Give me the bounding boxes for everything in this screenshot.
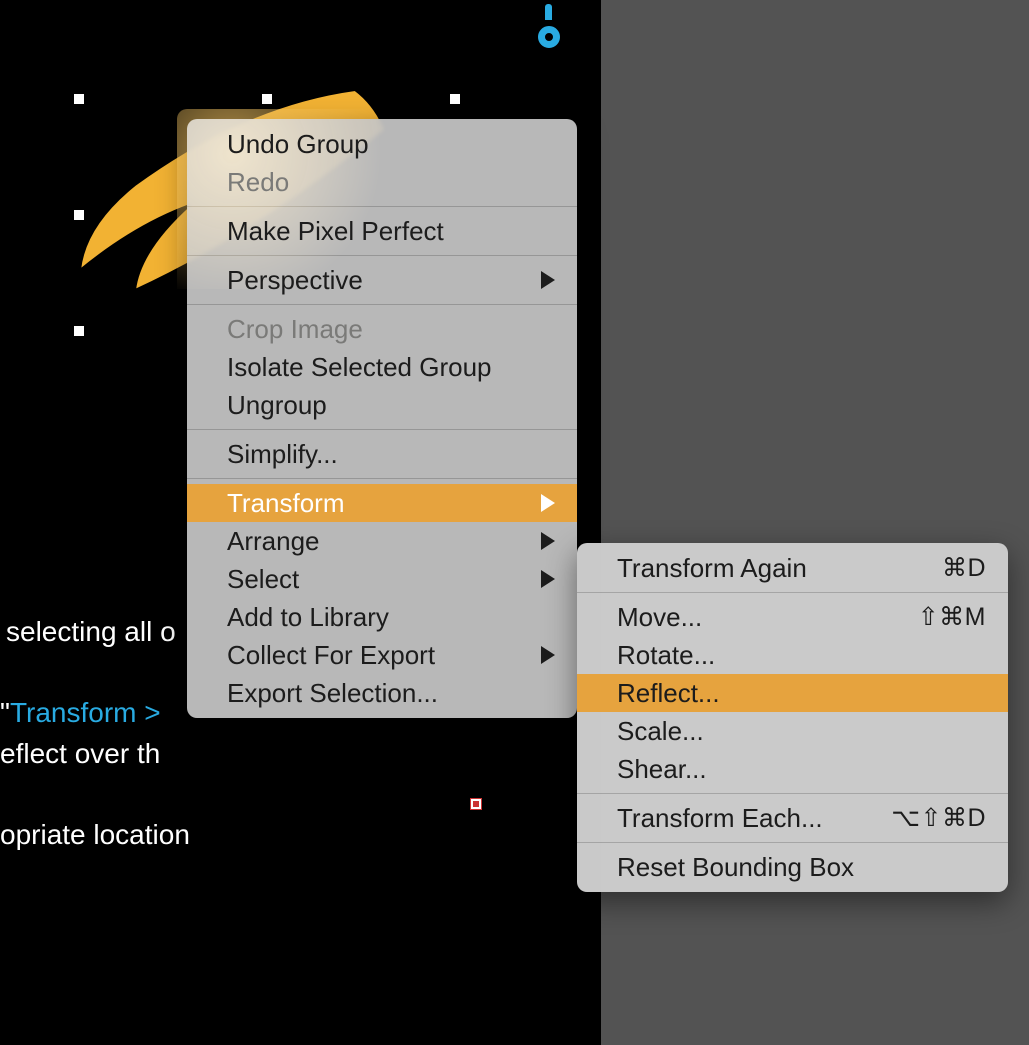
menu-separator <box>577 592 1008 593</box>
menu-make-pixel-perfect[interactable]: Make Pixel Perfect <box>187 212 577 250</box>
menu-export-selection[interactable]: Export Selection... <box>187 674 577 712</box>
chevron-right-icon <box>541 494 555 512</box>
chevron-right-icon <box>541 271 555 289</box>
submenu-reflect[interactable]: Reflect... <box>577 674 1008 712</box>
menu-select[interactable]: Select <box>187 560 577 598</box>
menu-separator <box>187 478 577 479</box>
background-text-line: selecting all o <box>6 612 176 651</box>
menu-undo[interactable]: Undo Group <box>187 125 577 163</box>
shortcut-label: ⌘D <box>942 553 986 583</box>
transform-submenu: Transform Again ⌘D Move... ⇧⌘M Rotate...… <box>577 543 1008 892</box>
background-text-line: "Transform > <box>0 693 161 732</box>
menu-separator <box>577 842 1008 843</box>
menu-separator <box>577 793 1008 794</box>
selection-handle-sw[interactable] <box>74 326 84 336</box>
menu-arrange[interactable]: Arrange <box>187 522 577 560</box>
background-text-line: eflect over th <box>0 734 160 773</box>
submenu-transform-each[interactable]: Transform Each... ⌥⇧⌘D <box>577 799 1008 837</box>
chevron-right-icon <box>541 646 555 664</box>
chevron-right-icon <box>541 570 555 588</box>
menu-separator <box>187 304 577 305</box>
shortcut-label: ⌥⇧⌘D <box>891 803 986 833</box>
menu-add-to-library[interactable]: Add to Library <box>187 598 577 636</box>
submenu-transform-again[interactable]: Transform Again ⌘D <box>577 549 1008 587</box>
selection-handle-n[interactable] <box>262 94 272 104</box>
submenu-shear[interactable]: Shear... <box>577 750 1008 788</box>
rotation-pivot-icon[interactable] <box>536 12 572 48</box>
submenu-move[interactable]: Move... ⇧⌘M <box>577 598 1008 636</box>
menu-perspective[interactable]: Perspective <box>187 261 577 299</box>
menu-crop-image: Crop Image <box>187 310 577 348</box>
menu-simplify[interactable]: Simplify... <box>187 435 577 473</box>
submenu-scale[interactable]: Scale... <box>577 712 1008 750</box>
menu-redo: Redo <box>187 163 577 201</box>
menu-transform[interactable]: Transform <box>187 484 577 522</box>
chevron-right-icon <box>541 532 555 550</box>
slice-indicator-icon <box>470 798 482 810</box>
context-menu: Undo Group Redo Make Pixel Perfect Persp… <box>187 119 577 718</box>
menu-separator <box>187 255 577 256</box>
selection-handle-ne[interactable] <box>450 94 460 104</box>
selection-handle-w[interactable] <box>74 210 84 220</box>
menu-collect-for-export[interactable]: Collect For Export <box>187 636 577 674</box>
menu-isolate-group[interactable]: Isolate Selected Group <box>187 348 577 386</box>
selection-handle-nw[interactable] <box>74 94 84 104</box>
submenu-rotate[interactable]: Rotate... <box>577 636 1008 674</box>
menu-ungroup[interactable]: Ungroup <box>187 386 577 424</box>
menu-separator <box>187 206 577 207</box>
submenu-reset-bounding-box[interactable]: Reset Bounding Box <box>577 848 1008 886</box>
menu-separator <box>187 429 577 430</box>
background-text-line: opriate location <box>0 815 190 854</box>
shortcut-label: ⇧⌘M <box>918 602 986 632</box>
transform-link: Transform > <box>10 697 161 728</box>
